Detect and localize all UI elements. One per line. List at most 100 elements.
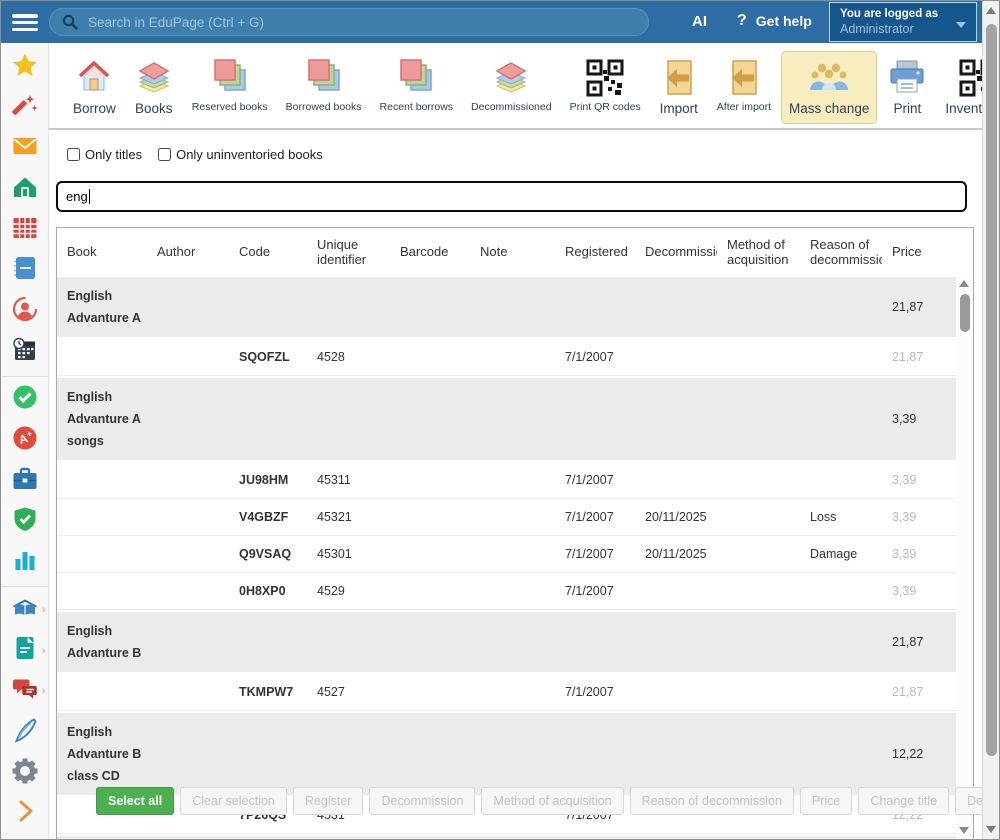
hamburger-menu-icon[interactable] [12,11,40,33]
cell-unique-identifier: 45301 [307,547,390,561]
sidebar-item-timetable[interactable] [1,210,49,251]
table-scrollbar[interactable] [956,275,973,840]
scroll-up-arrow-icon[interactable] [959,280,969,287]
global-search-input[interactable]: Search in EduPage (Ctrl + G) [49,8,649,36]
toolbar-item-label: Borrowed books [286,101,362,113]
toolbar-item-after-import[interactable]: After import [709,51,779,121]
toolbar-item-label: Print QR codes [570,101,641,113]
get-help-button[interactable]: ? Get help [737,13,812,30]
cell-code: Q9VSAQ [229,547,307,561]
search-icon [62,14,78,30]
cell-code: SQOFZL [229,350,307,364]
toolbar-item-borrow[interactable]: Borrow [65,51,124,124]
column-header-reason-of-decommission: Reason of decommission [800,237,882,267]
sidebar-item-person[interactable] [1,291,49,332]
cell-code: JU98HM [229,473,307,487]
sidebar-item-gear[interactable] [1,753,49,794]
cell-price: 3,39 [882,584,958,598]
sidebar-item-star[interactable] [1,47,49,88]
copy-row[interactable]: SQOFZL45287/1/200721,87 [57,339,958,376]
decommission-button[interactable]: Decommission [369,787,475,815]
toolbar-item-borrowed-books[interactable]: Borrowed books [278,51,370,121]
qr-code-icon [585,57,625,99]
sidebar-item-bar-chart[interactable] [1,542,49,583]
cell-unique-identifier: 45321 [307,510,390,524]
copy-row[interactable]: V4GBZF453217/1/200720/11/2025Loss3,39 [57,499,958,536]
register-button[interactable]: Register [293,787,364,815]
person-icon [12,296,38,327]
toolbar-item-label: After import [717,101,771,113]
sidebar-item-mail[interactable] [1,128,49,169]
sidebar-item-grade-a-plus[interactable]: A+ [1,420,49,461]
copy-row[interactable]: JU98HM453117/1/20073,39 [57,462,958,499]
sidebar-item-chat-bubbles[interactable]: › [1,671,49,712]
sidebar-item-notebook[interactable] [1,250,49,291]
price-button[interactable]: Price [800,787,852,815]
cell-unique-identifier: 4528 [307,350,390,364]
table-scrollbar-thumb[interactable] [960,294,970,332]
column-header-book: Book [57,244,147,259]
toolbar-item-label: Import [660,101,698,116]
toolbar-item-label: Mass change [789,101,869,116]
scroll-up-arrow-icon[interactable] [986,7,996,14]
mail-icon [12,133,38,164]
stacked-squares-icon [304,57,344,99]
column-header-registered: Registered [555,244,635,259]
window-scrollbar-thumb[interactable] [986,24,997,756]
title-row[interactable]: EnglishAdvanture B21,87 [57,610,958,674]
cell-unique-identifier: 4529 [307,584,390,598]
document-icon [12,635,38,666]
sidebar-item-home-green[interactable] [1,169,49,210]
gear-icon [12,758,38,789]
shield-check-icon [12,506,38,537]
sidebar-item-calendar-clock[interactable] [1,332,49,373]
only-uninventoried-filter: Only uninventoried books [158,147,323,162]
copy-row[interactable]: Q9VSAQ453017/1/200720/11/2025Damage3,39 [57,536,958,573]
sidebar-item-check-circle[interactable] [1,380,49,421]
reason-of-decommission-button[interactable]: Reason of decommission [630,787,794,815]
method-of-acquisition-button[interactable]: Method of acquisition [481,787,623,815]
ai-button[interactable]: AI [692,13,707,30]
title-row[interactable]: EnglishAdvanture A21,87 [57,275,958,339]
import-arrow-icon [724,57,764,99]
chevron-right-icon: › [42,685,46,697]
sidebar-item-shield-check[interactable] [1,502,49,543]
title-row[interactable]: EnglishAdvanture Asongs3,39 [57,376,958,462]
toolbar-item-print-qr-codes[interactable]: Print QR codes [562,51,649,121]
sidebar-item-magic-wand[interactable] [1,88,49,129]
book-title: EnglishAdvanture B [57,620,555,664]
scroll-down-arrow-icon[interactable] [959,827,969,834]
toolbar-item-mass-change[interactable]: Mass change [781,51,877,124]
cell-unique-identifier: 4527 [307,685,390,699]
mass-actions-bar: Select allClear selectionRegisterDecommi… [96,787,1000,815]
copy-row[interactable]: 0H8XP045297/1/20073,39 [57,573,958,610]
global-search-placeholder: Search in EduPage (Ctrl + G) [88,15,264,30]
filters-row: Only titles Only uninventoried books [67,147,323,162]
toolbar-item-reserved-books[interactable]: Reserved books [184,51,276,121]
sidebar-item-briefcase[interactable] [1,461,49,502]
select-all-button[interactable]: Select all [96,787,174,815]
only-uninventoried-checkbox[interactable] [158,148,171,161]
window-scrollbar[interactable] [982,1,999,839]
sidebar-item-book-open[interactable]: › [1,590,49,631]
logged-in-user-menu[interactable]: You are logged as Administrator [829,2,977,42]
sidebar-item-document[interactable]: › [1,631,49,672]
change-title-button[interactable]: Change title [858,787,949,815]
sidebar-item-pen[interactable] [1,712,49,753]
toolbar-item-print[interactable]: Print [879,51,935,124]
clear-selection-button[interactable]: Clear selection [180,787,287,815]
copy-row[interactable]: TKMPW745277/1/200721,87 [57,674,958,711]
toolbar-item-import[interactable]: Import [651,51,707,124]
toolbar-item-decommissioned[interactable]: Decommissioned [463,51,560,121]
book-filter-input[interactable]: eng [56,181,967,212]
toolbar-item-books[interactable]: Books [126,51,182,124]
title-row[interactable]: EnglishAdvanture Bclass CD12,22 [57,711,958,797]
scroll-down-arrow-icon[interactable] [986,826,996,833]
library-toolbar: BorrowBooksReserved books Borrowed books R… [49,43,984,130]
sidebar-item-chevron-right[interactable] [1,793,49,834]
cell-unique-identifier: 45311 [307,473,390,487]
title-row[interactable]: EnglishAdvanture B3,39 [57,834,958,840]
only-titles-checkbox[interactable] [67,148,80,161]
text-cursor [89,189,91,204]
toolbar-item-recent-borrows[interactable]: Recent borrows [372,51,462,121]
